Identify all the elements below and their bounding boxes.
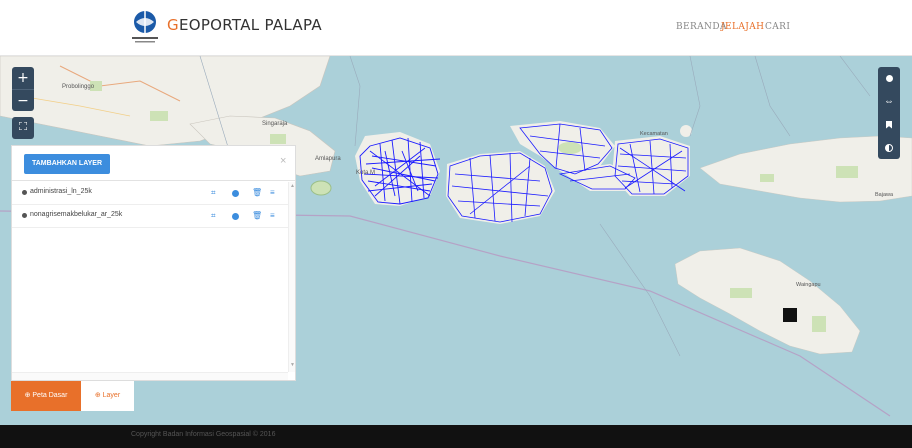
copyright-text: Copyright Badan Informasi Geospasial © 2…: [131, 431, 276, 438]
fullscreen-button[interactable]: [12, 117, 34, 139]
layer-panel-header: TAMBAHKAN LAYER ×: [12, 146, 295, 181]
nav-jelajah[interactable]: JELAJAH: [721, 22, 764, 32]
close-icon[interactable]: ×: [280, 155, 286, 167]
layer-name[interactable]: administrasi_ln_25k: [30, 188, 92, 195]
menu-icon[interactable]: ≡: [270, 211, 275, 221]
label-kota: Kota M: [356, 170, 375, 176]
tab-base-map[interactable]: ⊕ Peta Dasar: [11, 381, 81, 411]
layer-row: nonagrisemakbelukar_ar_25k ⌗ 🗑 ≡: [12, 205, 288, 228]
horizontal-scrollbar[interactable]: [12, 372, 288, 380]
brand-initial: G: [167, 16, 179, 34]
info-icon: [885, 75, 893, 82]
bullet-icon: [22, 190, 27, 195]
label-bajawa: Bajawa: [875, 192, 894, 198]
swap-button[interactable]: ⇔: [878, 90, 900, 113]
layer-name[interactable]: nonagrisemakbelukar_ar_25k: [30, 211, 122, 218]
info-button[interactable]: [878, 67, 900, 90]
footer: Copyright Badan Informasi Geospasial © 2…: [0, 425, 912, 448]
brand-title[interactable]: GEOPORTAL PALAPA: [167, 16, 322, 34]
right-toolbar: ⇔: [878, 67, 900, 159]
trash-icon[interactable]: 🗑: [252, 188, 262, 198]
zoom-out-button[interactable]: −: [12, 89, 34, 111]
contrast-icon: [885, 143, 893, 152]
info-icon[interactable]: [232, 213, 239, 220]
zoom-extent-icon[interactable]: ⌗: [211, 211, 216, 221]
add-layer-button[interactable]: TAMBAHKAN LAYER: [24, 154, 110, 174]
land-sumba: [674, 247, 861, 355]
layer-row: administrasi_ln_25k ⌗ 🗑 ≡: [12, 182, 288, 205]
trash-icon[interactable]: 🗑: [252, 211, 262, 221]
zoom-control: + −: [12, 67, 34, 111]
brand-rest: EOPORTAL PALAPA: [178, 16, 322, 34]
label-singaraja: Singaraja: [262, 121, 288, 127]
info-icon[interactable]: [232, 190, 239, 197]
label-probolinggo: Probolinggo: [62, 84, 95, 90]
label-amlapura: Amlapura: [315, 156, 341, 162]
scroll-down-icon[interactable]: ▼: [290, 362, 295, 368]
top-header: GEOPORTAL PALAPA BERANDA JELAJAH CARI: [0, 0, 912, 56]
swap-icon: ⇔: [884, 96, 894, 107]
vertical-scrollbar[interactable]: ▲ ▼: [288, 182, 295, 372]
nav-cari[interactable]: CARI: [765, 22, 790, 32]
zoom-in-button[interactable]: +: [12, 67, 34, 89]
big-logo-icon[interactable]: [130, 9, 160, 45]
zoom-extent-icon[interactable]: ⌗: [211, 188, 216, 198]
tab-layer[interactable]: ⊕ Layer: [81, 381, 134, 411]
bookmark-icon: [886, 120, 892, 129]
scroll-up-icon[interactable]: ▲: [290, 183, 295, 189]
app-root: GEOPORTAL PALAPA BERANDA JELAJAH CARI Pr…: [0, 0, 912, 448]
nav-beranda[interactable]: BERANDA: [676, 22, 727, 32]
label-kecamatan: Kecamatan: [640, 131, 668, 137]
bullet-icon: [22, 213, 27, 218]
fullscreen-icon: [18, 121, 28, 131]
contrast-button[interactable]: [878, 136, 900, 159]
map-marker[interactable]: [783, 308, 797, 322]
bookmark-button[interactable]: [878, 113, 900, 136]
menu-icon[interactable]: ≡: [270, 188, 275, 198]
layer-panel: TAMBAHKAN LAYER × administrasi_ln_25k ⌗ …: [11, 145, 296, 381]
label-waingapu: Waingapu: [796, 282, 821, 288]
